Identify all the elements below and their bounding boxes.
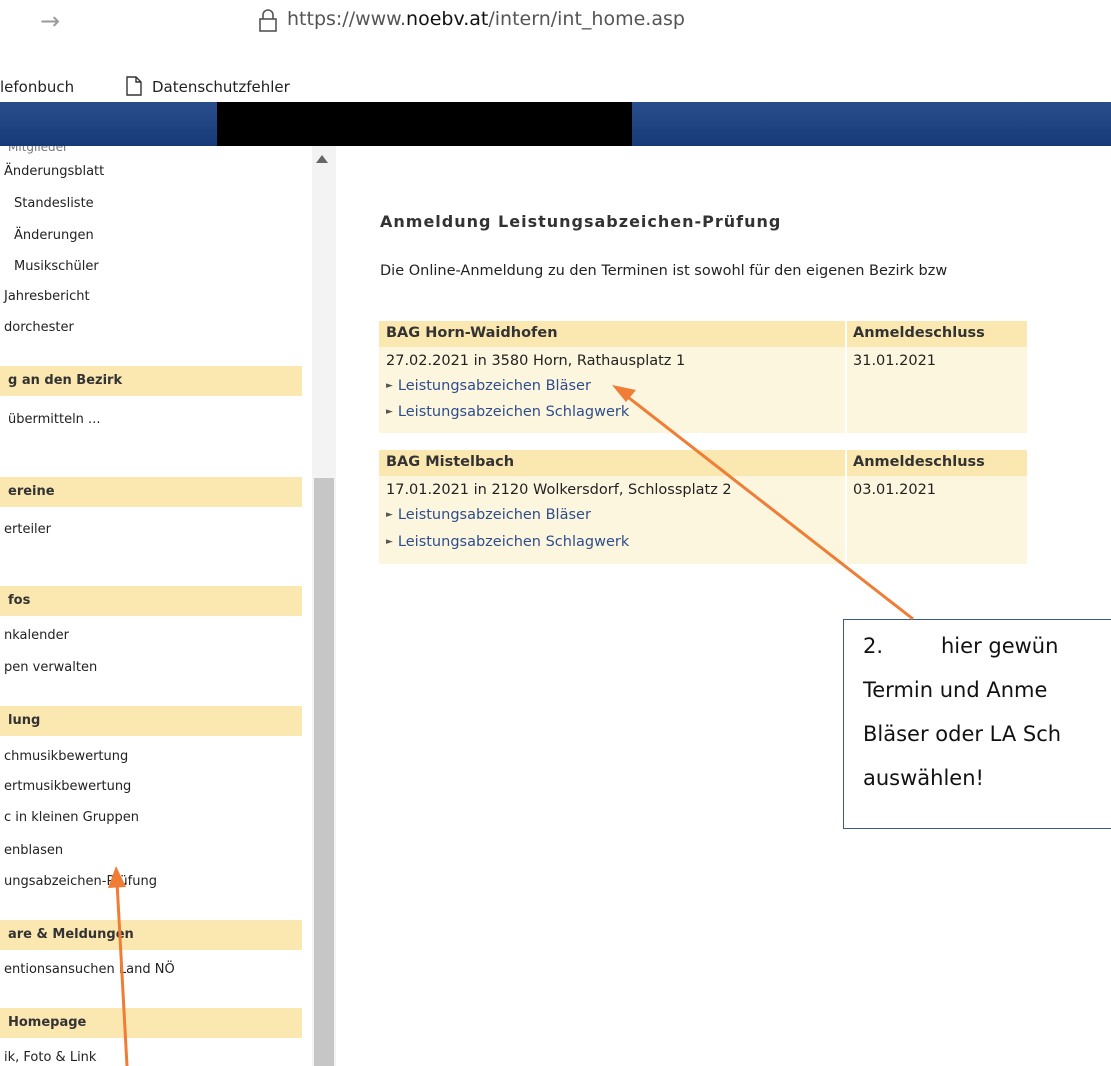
link-label: Leistungsabzeichen Bläser xyxy=(397,378,591,394)
bullet-icon: ► xyxy=(386,510,393,520)
link-blaeser-mistelbach[interactable]: ► Leistungsabzeichen Bläser xyxy=(386,507,591,523)
bookmark-datenschutzfehler[interactable]: Datenschutzfehler xyxy=(152,78,290,96)
sidebar-section-homepage: Homepage xyxy=(0,1008,302,1038)
deadline-header: Anmeldeschluss xyxy=(853,325,985,341)
sidebar-item-aenderungen[interactable]: Änderungen xyxy=(14,228,94,243)
sidebar-item-standesliste[interactable]: Standesliste xyxy=(14,196,94,211)
url-path: /intern/int_home.asp xyxy=(488,8,685,30)
sidebar-item-kleine-gruppen[interactable]: c in kleinen Gruppen xyxy=(4,810,139,825)
sidebar: Mitglieder Änderungsblatt Standesliste Ä… xyxy=(0,146,310,1066)
scroll-up-icon[interactable] xyxy=(316,155,328,163)
sidebar-item-foto-link[interactable]: ik, Foto & Link xyxy=(4,1050,96,1065)
bullet-icon: ► xyxy=(386,537,393,547)
lock-icon xyxy=(259,9,277,32)
link-label: Leistungsabzeichen Schlagwerk xyxy=(397,534,630,550)
column-divider xyxy=(845,450,847,564)
sidebar-item-aenderungsblatt[interactable]: Änderungsblatt xyxy=(4,164,104,179)
scrollbar-thumb[interactable] xyxy=(314,478,334,1066)
bag-table-mistelbach: BAG Mistelbach Anmeldeschluss 17.01.2021… xyxy=(379,450,1027,564)
page-title: Anmeldung Leistungsabzeichen-Prüfung xyxy=(380,212,782,231)
bookmark-telefonbuch[interactable]: lefonbuch xyxy=(0,78,74,96)
sidebar-item-jahresbericht[interactable]: Jahresbericht xyxy=(4,289,90,304)
sidebar-item-verwalten[interactable]: pen verwalten xyxy=(4,660,97,675)
callout-line-3: Bläser oder LA Sch xyxy=(863,722,1062,746)
page-icon xyxy=(126,76,142,96)
link-schlagwerk-horn[interactable]: ► Leistungsabzeichen Schlagwerk xyxy=(386,404,629,420)
link-schlagwerk-mistelbach[interactable]: ► Leistungsabzeichen Schlagwerk xyxy=(386,534,629,550)
sidebar-item-blasen[interactable]: enblasen xyxy=(4,843,63,858)
callout-line-4: auswählen! xyxy=(863,766,984,790)
redacted-area xyxy=(217,102,632,146)
sidebar-item-uebermitteln[interactable]: übermitteln ... xyxy=(8,412,100,427)
column-divider xyxy=(845,321,847,433)
intro-text: Die Online-Anmeldung zu den Terminen ist… xyxy=(380,263,948,279)
link-label: Leistungsabzeichen Schlagwerk xyxy=(397,404,630,420)
url-domain: noebv.at xyxy=(406,8,489,30)
sidebar-item-leistungsabzeichen[interactable]: ungsabzeichen-Prüfung xyxy=(4,874,157,889)
bullet-icon: ► xyxy=(386,407,393,417)
callout-line-1: hier gewün xyxy=(941,634,1059,658)
exam-date-location: 27.02.2021 in 3580 Horn, Rathausplatz 1 xyxy=(386,353,686,369)
link-blaeser-horn[interactable]: ► Leistungsabzeichen Bläser xyxy=(386,378,591,394)
sidebar-item-verteiler[interactable]: erteiler xyxy=(4,522,51,537)
deadline-header: Anmeldeschluss xyxy=(853,454,985,470)
sidebar-item-marschmusik[interactable]: chmusikbewertung xyxy=(4,749,128,764)
callout-step-number: 2. xyxy=(863,634,884,658)
bag-name: BAG Mistelbach xyxy=(386,454,515,470)
sidebar-section-infos: fos xyxy=(0,586,302,616)
sidebar-section-vereine: ereine xyxy=(0,477,302,507)
sidebar-item-kalender[interactable]: nkalender xyxy=(4,628,69,643)
sidebar-section-bezirk: g an den Bezirk xyxy=(0,366,302,396)
callout-line-2: Termin und Anme xyxy=(863,678,1048,702)
url-scheme: https://www. xyxy=(287,8,407,30)
annotation-callout: 2. hier gewün Termin und Anme Bläser ode… xyxy=(843,619,1111,829)
sidebar-item-cut[interactable]: Mitglieder xyxy=(8,146,68,154)
forward-arrow-icon[interactable]: → xyxy=(40,9,60,33)
sidebar-item-orchester[interactable]: dorchester xyxy=(4,320,74,335)
deadline-date: 03.01.2021 xyxy=(853,482,937,498)
sidebar-item-konzertmusik[interactable]: ertmusikbewertung xyxy=(4,779,131,794)
bag-name: BAG Horn-Waidhofen xyxy=(386,325,558,341)
sidebar-item-musikschueler[interactable]: Musikschüler xyxy=(14,259,99,274)
url-text[interactable]: https://www.noebv.at/intern/int_home.asp xyxy=(287,8,685,30)
sidebar-item-subventionsansuchen[interactable]: entionsansuchen Land NÖ xyxy=(4,962,175,977)
deadline-date: 31.01.2021 xyxy=(853,353,937,369)
link-label: Leistungsabzeichen Bläser xyxy=(397,507,591,523)
sidebar-section-meldungen: are & Meldungen xyxy=(0,920,302,950)
bullet-icon: ► xyxy=(386,381,393,391)
exam-date-location: 17.01.2021 in 2120 Wolkersdorf, Schlossp… xyxy=(386,482,732,498)
sidebar-section-wertung: lung xyxy=(0,706,302,736)
bag-table-horn: BAG Horn-Waidhofen Anmeldeschluss 27.02.… xyxy=(379,321,1027,433)
